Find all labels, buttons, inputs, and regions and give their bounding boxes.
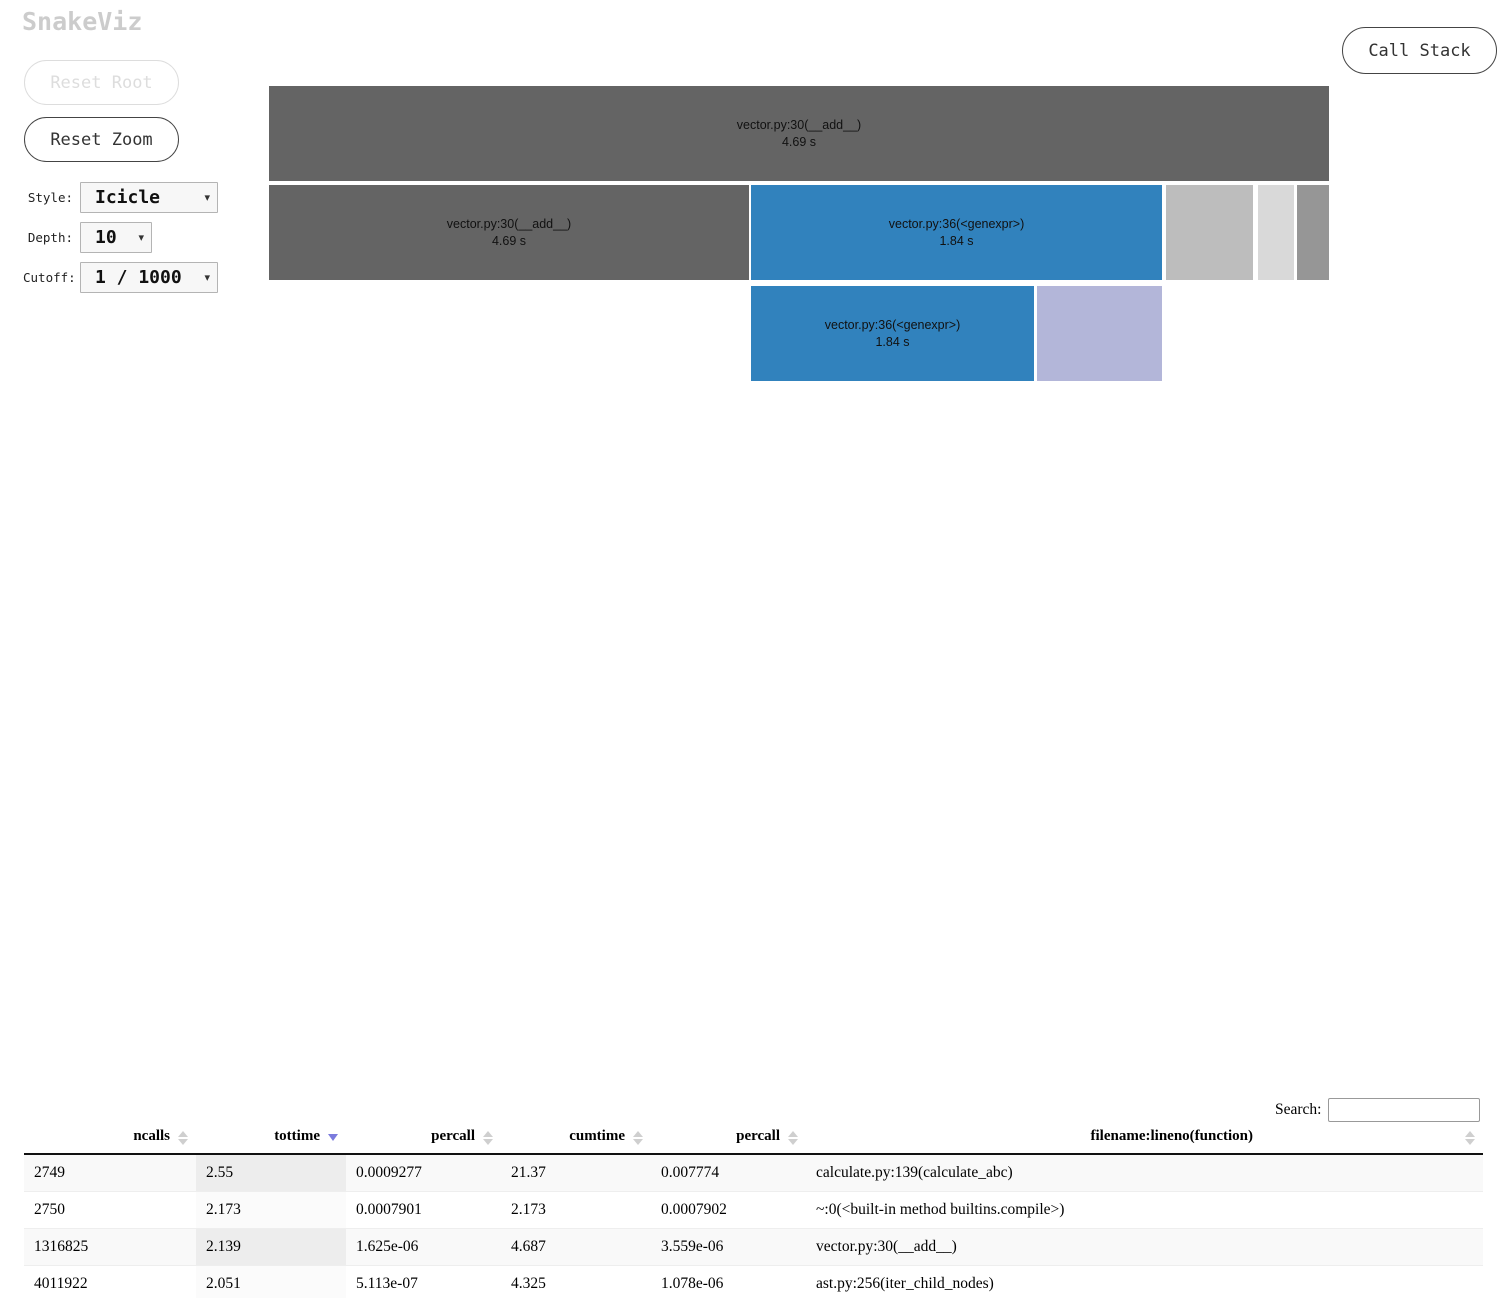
profile-table: ncalls tottime percall cumtime percall filena… [24,1122,1483,1298]
table-cell-cumtime: 4.325 [511,1275,546,1292]
table-header-cumtime[interactable]: cumtime [501,1122,651,1155]
table-cell-ncalls: 2749 [24,1154,196,1192]
icicle-node[interactable]: vector.py:30(__add__) 4.69 s [268,184,750,281]
sort-indicator-icon [178,1130,188,1146]
table-header-label: filename:lineno(function) [1090,1128,1254,1144]
table-header-label: ncalls [133,1128,170,1144]
table-cell-percall2: 0.0007902 [661,1201,727,1218]
table-header-ncalls[interactable]: ncalls [24,1122,196,1155]
table-cell-cumtime: 4.687 [501,1228,651,1266]
search-input[interactable] [1328,1098,1481,1122]
table-header-label: tottime [274,1128,320,1144]
icicle-node-time: 4.69 s [781,134,817,149]
icicle-node-name: vector.py:30(__add__) [446,216,572,231]
icicle-node-name: vector.py:30(__add__) [736,117,862,132]
icicle-node[interactable] [1165,184,1254,281]
table-cell-ncalls: 2750 [34,1201,65,1218]
sort-indicator-icon [483,1130,493,1146]
table-cell-percall1: 5.113e-07 [356,1275,418,1292]
table-header-label: percall [431,1128,475,1144]
sort-indicator-icon [788,1130,798,1146]
icicle-node-time: 4.69 s [491,233,527,248]
table-row[interactable]: 2750 2.173 0.0007901 2.173 0.0007902 ~:0(<bui… [24,1191,1483,1229]
search-label: Search: [1275,1101,1322,1118]
icicle-node-time: 1.84 s [875,334,910,349]
table-cell-percall1: 1.625e-06 [346,1228,501,1266]
sort-indicator-icon [1465,1130,1475,1146]
table-row[interactable]: 2749 2.55 0.0009277 21.37 0.007774 calculate.… [24,1154,1483,1192]
search-area: Search: [1275,1098,1481,1122]
table-cell-cumtime: 2.173 [511,1201,546,1218]
icicle-node-name: vector.py:36(<genexpr>) [888,216,1025,231]
table-body: 2749 2.55 0.0009277 21.37 0.007774 calculate.… [24,1154,1483,1298]
table-cell-percall1: 0.0009277 [346,1154,501,1192]
table-cell-ncalls: 4011922 [34,1275,88,1292]
table-cell-filename: ~:0(<built-in method builtins.compile>) [816,1201,1065,1218]
icicle-node[interactable]: vector.py:30(__add__) 4.69 s [268,85,1330,182]
table-header-row: ncalls tottime percall cumtime percall filena… [24,1122,1483,1155]
sort-indicator-icon [633,1130,643,1146]
table-head: ncalls tottime percall cumtime percall filena… [24,1122,1483,1155]
sort-indicator-active-icon [328,1130,338,1146]
table-header-filename[interactable]: filename:lineno(function) [806,1122,1483,1155]
table-header-label: cumtime [569,1128,625,1144]
icicle-chart[interactable]: vector.py:30(__add__) 4.69 s vector.py:30(… [0,0,1507,420]
icicle-node[interactable] [1036,285,1163,382]
icicle-node[interactable] [1296,184,1330,281]
table-header-percall1[interactable]: percall [346,1122,501,1155]
icicle-node[interactable] [1257,184,1295,281]
table-cell-ncalls: 1316825 [24,1228,196,1266]
table-row[interactable]: 4011922 2.051 5.113e-07 4.325 1.078e-06 ast.p… [24,1265,1483,1298]
table-cell-filename: ast.py:256(iter_child_nodes) [816,1275,994,1292]
icicle-node-name: vector.py:36(<genexpr>) [824,317,961,332]
table-cell-tottime: 2.139 [196,1228,346,1266]
snakeviz-app: SnakeViz Reset Root Reset Zoom Call Stac… [0,0,1507,1298]
table-cell-filename: calculate.py:139(calculate_abc) [806,1154,1483,1192]
table-cell-percall2: 3.559e-06 [651,1228,806,1266]
table-header-label: percall [736,1128,780,1144]
table-cell-percall2: 1.078e-06 [661,1275,724,1292]
table-header-tottime[interactable]: tottime [196,1122,346,1155]
icicle-node-time: 1.84 s [939,233,974,248]
table-cell-tottime: 2.051 [196,1265,346,1298]
table-cell-percall1: 0.0007901 [356,1201,422,1218]
table-row[interactable]: 1316825 2.139 1.625e-06 4.687 3.559e-06 vecto… [24,1228,1483,1266]
icicle-node[interactable]: vector.py:36(<genexpr>) 1.84 s [750,285,1035,382]
table-cell-tottime: 2.55 [196,1154,346,1192]
table-cell-cumtime: 21.37 [501,1154,651,1192]
table-cell-filename: vector.py:30(__add__) [806,1228,1483,1266]
table-header-percall2[interactable]: percall [651,1122,806,1155]
table-cell-tottime: 2.173 [196,1191,346,1229]
table-cell-percall2: 0.007774 [651,1154,806,1192]
icicle-node[interactable]: vector.py:36(<genexpr>) 1.84 s [750,184,1163,281]
